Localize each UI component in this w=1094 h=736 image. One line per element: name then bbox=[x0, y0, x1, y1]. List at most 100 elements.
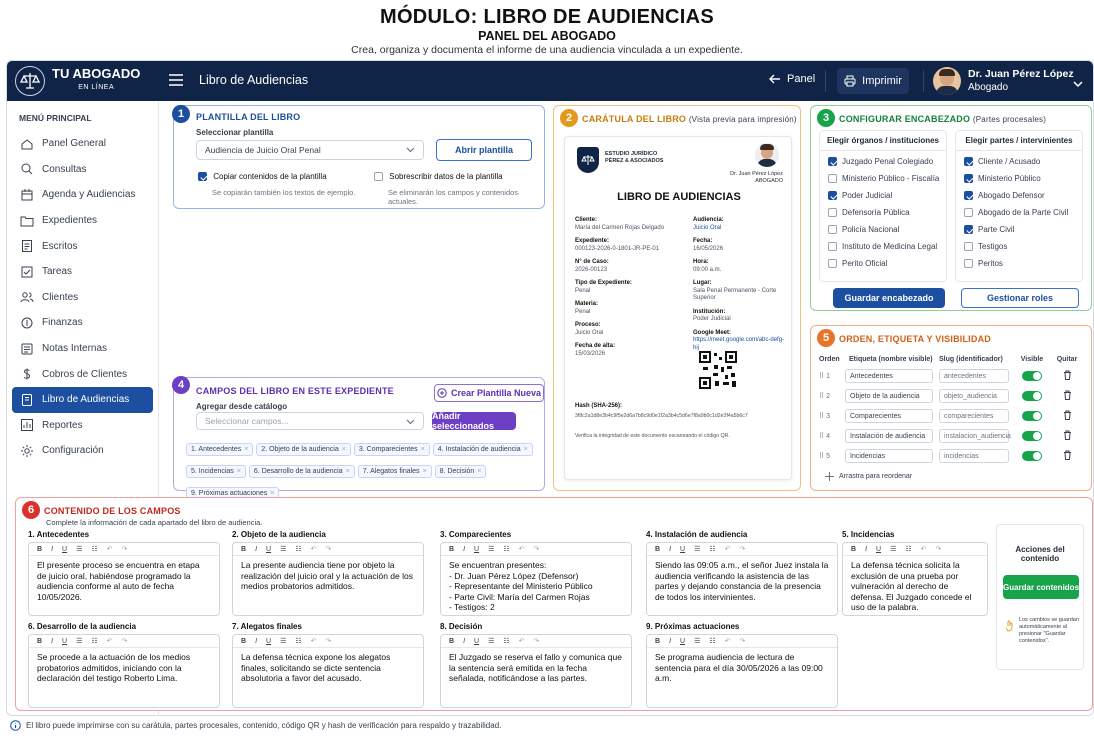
format-button[interactable]: ↷ bbox=[122, 545, 128, 553]
editor-textarea[interactable]: Siendo las 09:05 a.m., el señor Juez ins… bbox=[647, 556, 837, 606]
party-checkbox[interactable]: Perito Oficial bbox=[820, 255, 946, 272]
format-button[interactable]: U bbox=[62, 638, 67, 645]
sidebar-item-configuracion[interactable]: Configuración bbox=[12, 438, 153, 464]
trash-icon[interactable] bbox=[1049, 450, 1085, 462]
format-button[interactable]: ☰ bbox=[76, 637, 82, 645]
label-input[interactable]: Incidencias bbox=[845, 449, 933, 463]
format-button[interactable]: ☷ bbox=[91, 637, 97, 645]
format-button[interactable]: ↶ bbox=[921, 545, 927, 553]
format-button[interactable]: B bbox=[655, 546, 660, 553]
label-input[interactable]: Objeto de la audiencia bbox=[845, 389, 933, 403]
format-button[interactable]: ☷ bbox=[503, 637, 509, 645]
sidebar-item-clientes[interactable]: Clientes bbox=[12, 285, 153, 311]
sidebar-item-agenda-y-audiencias[interactable]: Agenda y Audiencias bbox=[12, 182, 153, 208]
format-button[interactable]: U bbox=[266, 546, 271, 553]
visible-toggle[interactable] bbox=[1022, 431, 1042, 441]
format-button[interactable]: ☰ bbox=[280, 637, 286, 645]
drag-handle[interactable]: ⠿ 3 bbox=[819, 412, 845, 420]
slug-input[interactable]: antecedentes bbox=[939, 369, 1009, 383]
format-button[interactable]: ☰ bbox=[890, 545, 896, 553]
format-button[interactable]: ↷ bbox=[740, 637, 746, 645]
manage-roles-button[interactable]: Gestionar roles bbox=[961, 288, 1079, 308]
brand[interactable]: TU ABOGADO EN LÍNEA bbox=[52, 67, 140, 95]
remove-chip-icon[interactable]: × bbox=[421, 446, 425, 453]
format-button[interactable]: ↷ bbox=[534, 637, 540, 645]
sidebar-item-escritos[interactable]: Escritos bbox=[12, 233, 153, 259]
party-checkbox[interactable]: Poder Judicial bbox=[820, 187, 946, 204]
format-button[interactable]: ☰ bbox=[488, 637, 494, 645]
party-checkbox[interactable]: Ministerio Público - Fiscalía bbox=[820, 170, 946, 187]
remove-chip-icon[interactable]: × bbox=[237, 468, 241, 475]
format-button[interactable]: I bbox=[51, 546, 53, 553]
party-checkbox[interactable]: Cliente / Acusado bbox=[956, 153, 1082, 170]
format-button[interactable]: ↷ bbox=[740, 545, 746, 553]
format-button[interactable]: U bbox=[680, 638, 685, 645]
editor-textarea[interactable]: La defensa técnica expone los alegatos f… bbox=[233, 648, 423, 688]
format-button[interactable]: B bbox=[37, 546, 42, 553]
format-button[interactable]: U bbox=[474, 546, 479, 553]
remove-chip-icon[interactable]: × bbox=[346, 468, 350, 475]
format-button[interactable]: ☰ bbox=[488, 545, 494, 553]
trash-icon[interactable] bbox=[1049, 390, 1085, 402]
format-button[interactable]: ↷ bbox=[534, 545, 540, 553]
sidebar-item-tareas[interactable]: Tareas bbox=[12, 259, 153, 285]
editor-textarea[interactable]: La presente audiencia tiene por objeto l… bbox=[233, 556, 423, 596]
format-button[interactable]: U bbox=[62, 546, 67, 553]
sidebar-item-consultas[interactable]: Consultas bbox=[12, 157, 153, 183]
format-button[interactable]: I bbox=[669, 638, 671, 645]
format-button[interactable]: I bbox=[463, 638, 465, 645]
party-checkbox[interactable]: Defensoría Pública bbox=[820, 204, 946, 221]
format-button[interactable]: I bbox=[463, 546, 465, 553]
sidebar-item-reportes[interactable]: Reportes bbox=[12, 413, 153, 439]
print-button[interactable]: Imprimir bbox=[837, 68, 909, 94]
format-button[interactable]: ☷ bbox=[295, 637, 301, 645]
sidebar-item-cobros-de-clientes[interactable]: Cobros de Clientes bbox=[12, 361, 153, 387]
slug-input[interactable]: objeto_audiencia bbox=[939, 389, 1009, 403]
format-button[interactable]: U bbox=[680, 546, 685, 553]
drag-handle[interactable]: ⠿ 2 bbox=[819, 392, 845, 400]
format-button[interactable]: ↶ bbox=[107, 637, 113, 645]
slug-input[interactable]: comparecientes bbox=[939, 409, 1009, 423]
format-button[interactable]: B bbox=[449, 546, 454, 553]
trash-icon[interactable] bbox=[1049, 370, 1085, 382]
remove-chip-icon[interactable]: × bbox=[244, 446, 248, 453]
remove-chip-icon[interactable]: × bbox=[524, 446, 528, 453]
copy-checkbox[interactable]: Copiar contenidos de la plantilla bbox=[198, 172, 327, 182]
format-button[interactable]: B bbox=[655, 638, 660, 645]
format-button[interactable]: ☷ bbox=[709, 545, 715, 553]
editor-textarea[interactable]: El presente proceso se encuentra en etap… bbox=[29, 556, 219, 606]
chevron-down-icon[interactable] bbox=[1073, 75, 1083, 93]
remove-chip-icon[interactable]: × bbox=[270, 490, 274, 497]
visible-toggle[interactable] bbox=[1022, 371, 1042, 381]
format-button[interactable]: ↶ bbox=[311, 545, 317, 553]
visible-toggle[interactable] bbox=[1022, 391, 1042, 401]
visible-toggle[interactable] bbox=[1022, 411, 1042, 421]
sidebar-item-finanzas[interactable]: Finanzas bbox=[12, 310, 153, 336]
format-button[interactable]: ☰ bbox=[76, 545, 82, 553]
editor-textarea[interactable]: El Juzgado se reserva el fallo y comunic… bbox=[441, 648, 631, 688]
overwrite-checkbox[interactable]: Sobrescribir datos de la plantilla bbox=[374, 172, 503, 182]
editor-textarea[interactable]: Se procede a la actuación de los medios … bbox=[29, 648, 219, 688]
format-button[interactable]: I bbox=[51, 638, 53, 645]
field-chip[interactable]: 8. Decisión × bbox=[434, 465, 487, 478]
format-button[interactable]: ↶ bbox=[725, 545, 731, 553]
user-info[interactable]: Dr. Juan Pérez López Abogado bbox=[968, 68, 1074, 94]
format-button[interactable]: I bbox=[865, 546, 867, 553]
field-chip[interactable]: 7. Alegatos finales × bbox=[357, 465, 432, 478]
format-button[interactable]: ☰ bbox=[694, 637, 700, 645]
back-to-panel-link[interactable]: Panel bbox=[769, 73, 815, 85]
format-button[interactable]: ☷ bbox=[91, 545, 97, 553]
field-chip[interactable]: 4. Instalación de audiencia × bbox=[432, 443, 533, 456]
format-button[interactable]: ☷ bbox=[295, 545, 301, 553]
visible-toggle[interactable] bbox=[1022, 451, 1042, 461]
format-button[interactable]: I bbox=[255, 638, 257, 645]
add-selected-button[interactable]: Añadir seleccionados bbox=[432, 411, 516, 431]
format-button[interactable]: U bbox=[474, 638, 479, 645]
drag-handle[interactable]: ⠿ 1 bbox=[819, 372, 845, 380]
editor-textarea[interactable]: Se encuentran presentes: - Dr. Juan Pére… bbox=[441, 556, 631, 617]
party-checkbox[interactable]: Ministerio Público bbox=[956, 170, 1082, 187]
party-checkbox[interactable]: Abogado Defensor bbox=[956, 187, 1082, 204]
format-button[interactable]: ↶ bbox=[519, 545, 525, 553]
party-checkbox[interactable]: Peritos bbox=[956, 255, 1082, 272]
format-button[interactable]: ↷ bbox=[326, 545, 332, 553]
